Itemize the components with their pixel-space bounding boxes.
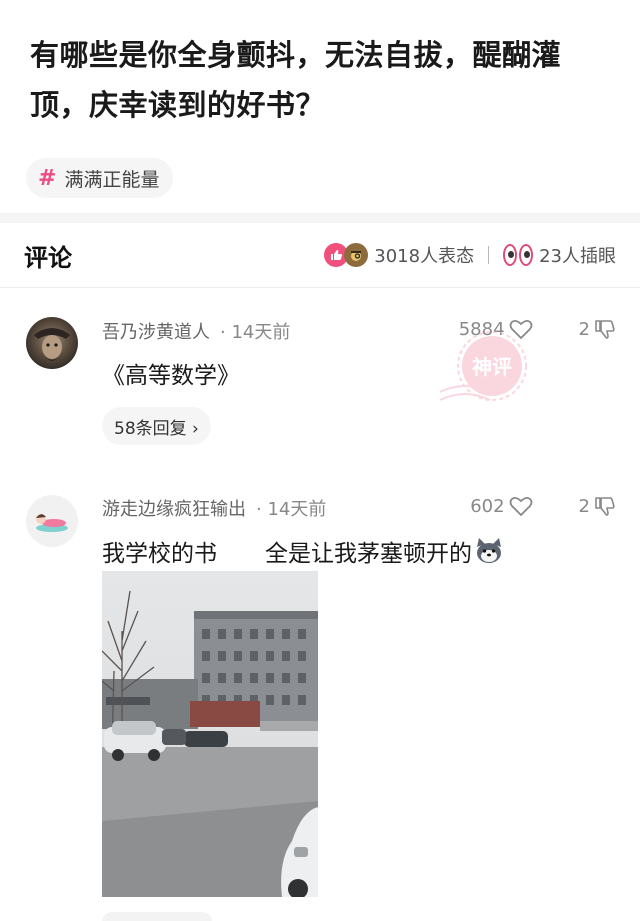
reactions-count[interactable]: 3018人表态: [374, 242, 474, 268]
comment-text: 我学校的书 全是让我茅塞顿开的: [102, 534, 504, 568]
stamp-text: 神评: [472, 355, 512, 379]
husky-icon: [477, 538, 501, 563]
comment-text-part: 我学校的书: [102, 541, 217, 567]
comments-title: 评论: [24, 243, 72, 272]
topic-label: 满满正能量: [64, 168, 160, 191]
comment-text: 《高等数学》: [102, 363, 240, 389]
comments-stats: 3018人表态 23人插眼: [324, 242, 616, 268]
thumbs-down-icon[interactable]: [594, 318, 616, 340]
god-comment-stamp-icon: 神评: [440, 331, 527, 401]
thumbs-down-icon[interactable]: [594, 495, 616, 517]
timestamp: · 14天前: [256, 499, 327, 520]
dislike-count: 2: [578, 495, 590, 517]
replies-button-partial[interactable]: [102, 912, 212, 921]
avatar[interactable]: [26, 495, 78, 547]
section-divider: [0, 213, 640, 223]
username[interactable]: 吾乃涉黄道人: [102, 318, 210, 344]
timestamp: · 14天前: [220, 322, 291, 343]
reaction-icons[interactable]: [324, 243, 369, 267]
question-header: 有哪些是你全身颤抖，无法自拔，醍醐灌顶，庆幸读到的好书？: [0, 0, 640, 130]
comment-actions: 602 2: [470, 495, 616, 517]
like-count: 602: [470, 495, 505, 517]
avatar[interactable]: [26, 317, 78, 369]
question-title: 有哪些是你全身颤抖，无法自拔，醍醐灌顶，庆幸读到的好书？: [30, 38, 562, 122]
replies-button[interactable]: 58条回复 ›: [102, 407, 211, 445]
comment-meta: 游走边缘疯狂输出 · 14天前: [102, 495, 326, 521]
dislike-count: 2: [578, 318, 590, 340]
eyes-icon: [503, 244, 534, 266]
comments-header: 评论 3018人表态 23人插眼: [0, 223, 640, 287]
comment-photo[interactable]: [102, 571, 318, 897]
spy-reaction-icon: [344, 243, 369, 267]
header-divider: [0, 287, 640, 288]
topic-tag[interactable]: # 满满正能量: [26, 158, 174, 198]
username[interactable]: 游走边缘疯狂输出: [102, 495, 246, 521]
stats-separator: [488, 246, 490, 264]
peek-count[interactable]: 23人插眼: [539, 242, 616, 268]
comment-text-part: 全是让我茅塞顿开的: [265, 541, 472, 567]
hashtag-icon: #: [38, 165, 57, 191]
like-heart-icon[interactable]: [509, 495, 533, 517]
comment-meta: 吾乃涉黄道人 · 14天前: [102, 318, 290, 344]
